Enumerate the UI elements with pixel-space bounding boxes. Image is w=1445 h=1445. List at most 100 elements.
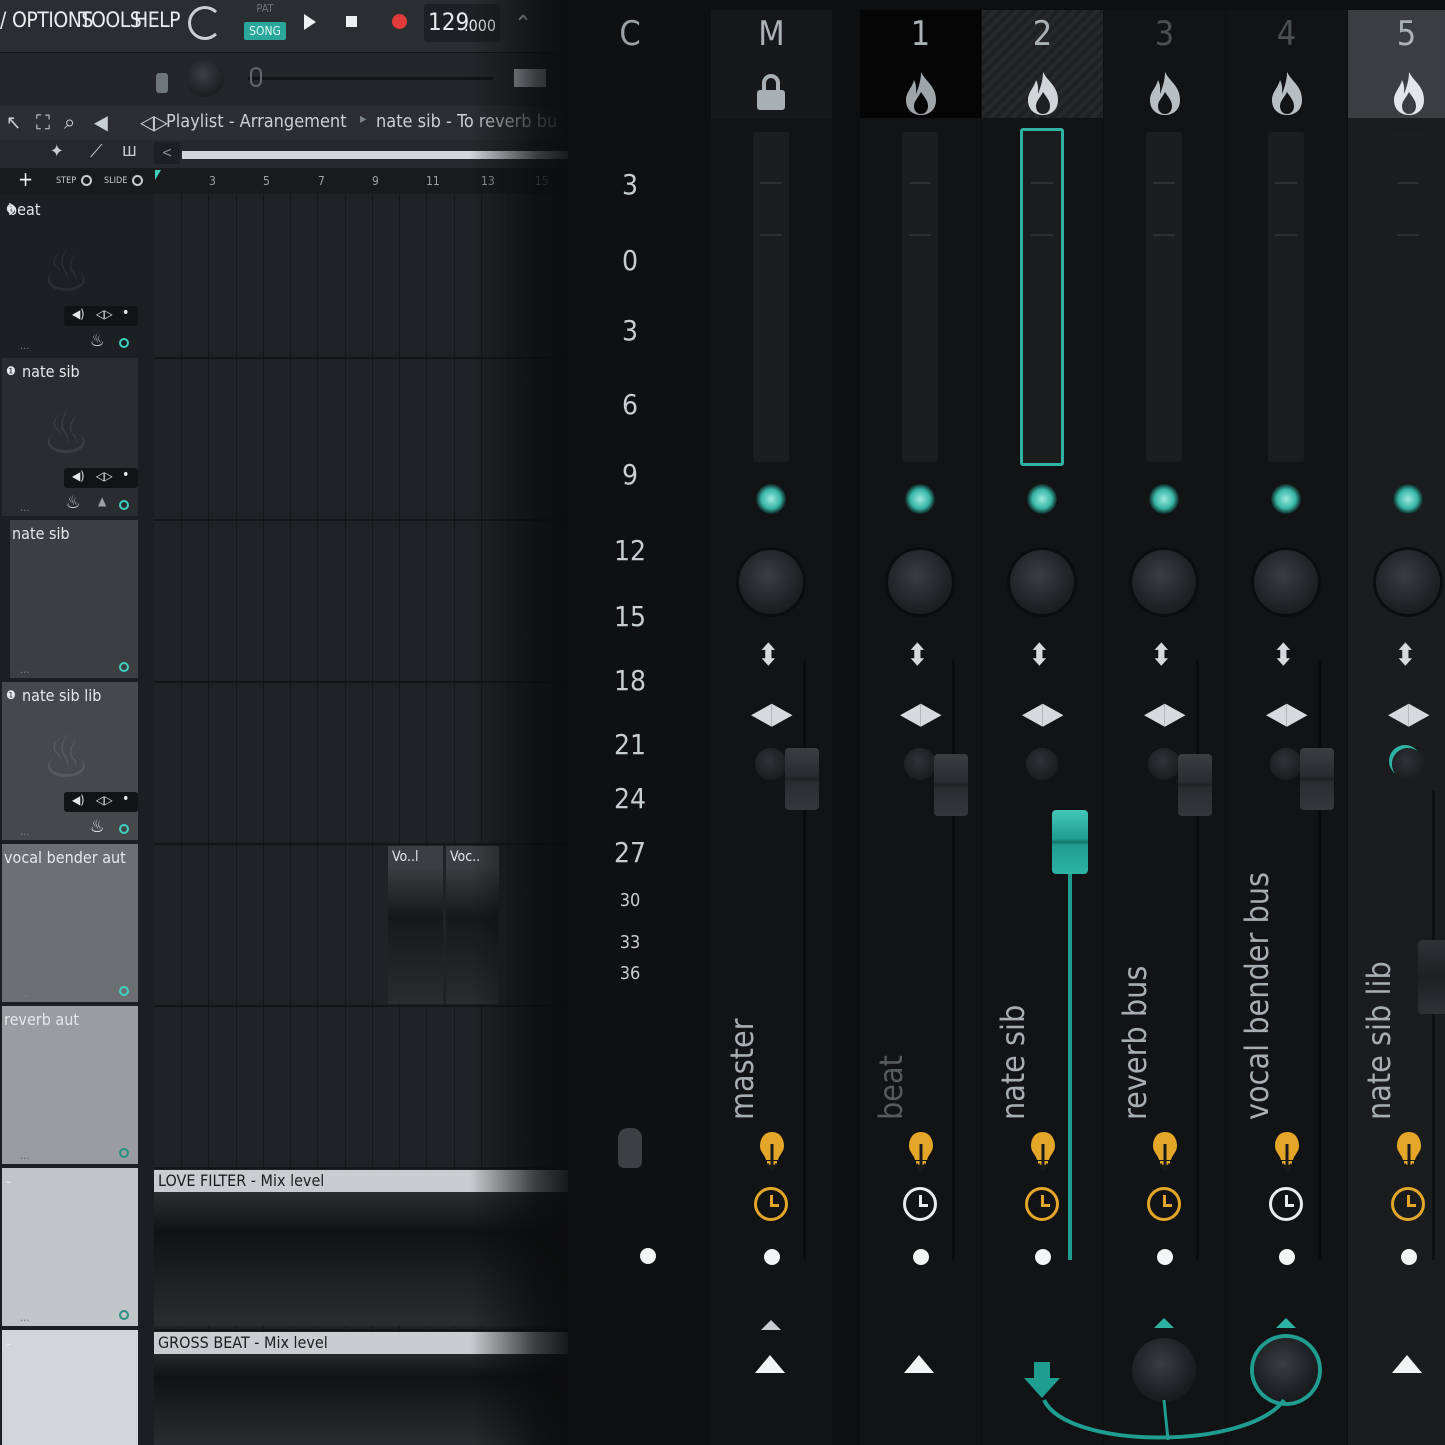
strip-header[interactable]: 1 <box>860 10 981 118</box>
pan-icon[interactable]: ◁▷ <box>96 307 113 321</box>
track-header-nate-sib[interactable]: nate sib ❶ ♨ ◀) ◁▷ • ♨ ▲ ... <box>2 358 138 516</box>
pan-icon[interactable]: ◁▷ <box>96 793 113 807</box>
strip-label[interactable]: nate sib lib <box>1360 620 1445 1120</box>
menu-help[interactable]: HELP <box>134 8 181 32</box>
flame-icon[interactable] <box>1024 70 1062 116</box>
strip-header[interactable]: 2 <box>982 10 1103 118</box>
strip-header[interactable]: 3 <box>1104 10 1225 118</box>
pan-knob[interactable] <box>1376 550 1440 614</box>
input-bulb-icon[interactable] <box>757 1130 787 1174</box>
track-status-led[interactable] <box>119 500 129 510</box>
pan-knob[interactable] <box>1254 550 1318 614</box>
enable-led[interactable] <box>1027 484 1057 514</box>
song-position-slider[interactable] <box>248 77 493 80</box>
enable-led[interactable] <box>1393 484 1423 514</box>
mixer-strip-vocal-bender-bus[interactable]: 4 ⬍ ◀▶ vocal bender bus <box>1226 10 1347 1445</box>
select-tool-icon[interactable]: ⛶ <box>36 110 50 134</box>
input-bulb-icon[interactable] <box>1028 1130 1058 1174</box>
track-header-vocal-bender-aut[interactable]: vocal bender aut ... <box>2 844 138 1002</box>
playhead-marker[interactable] <box>155 170 161 180</box>
mixer-strip-nate-sib-lib[interactable]: 5 ⬍ ◀▶ nate sib lib <box>1348 10 1445 1445</box>
enable-led[interactable] <box>1271 484 1301 514</box>
record-icon[interactable] <box>392 14 407 29</box>
piano-icon[interactable]: ш <box>122 140 137 161</box>
route-dot-icon[interactable] <box>1035 1249 1051 1265</box>
strip-label[interactable]: vocal bender bus <box>1238 620 1338 1120</box>
delay-clock-icon[interactable] <box>1269 1187 1303 1221</box>
mixer-strip-nate-sib[interactable]: 2 ⬍ ◀▶ nate sib <box>982 10 1103 1445</box>
cursor-tool-icon[interactable]: ↖ <box>6 110 21 134</box>
master-pitch-knob[interactable] <box>186 59 224 97</box>
route-dot-icon[interactable] <box>1279 1249 1295 1265</box>
track-header-beat[interactable]: beat ❶ ♨ ◀) ◁▷ • ♨ ... <box>2 196 138 354</box>
route-dot-icon[interactable] <box>1401 1249 1417 1265</box>
track-header-nate-sib-2[interactable]: nate sib ... <box>10 520 138 678</box>
track-status-led[interactable] <box>119 1310 129 1320</box>
track-status-led[interactable] <box>119 824 129 834</box>
pan-icon[interactable]: ◁▷ <box>96 469 113 483</box>
delay-clock-icon[interactable] <box>1147 1187 1181 1221</box>
track-header-blank-1[interactable]: - ... <box>2 1168 138 1326</box>
delay-clock-icon[interactable] <box>754 1187 788 1221</box>
delay-clock-icon[interactable] <box>903 1187 937 1221</box>
delay-clock-icon[interactable] <box>1025 1187 1059 1221</box>
caret-up-icon[interactable]: ▲ <box>98 494 106 508</box>
send-arrow-icon[interactable] <box>1392 1355 1422 1373</box>
arrow-left-right-icon[interactable]: ◁▷ <box>140 110 168 134</box>
strip-label[interactable]: master <box>723 620 823 1120</box>
strip-header[interactable]: M <box>711 10 832 118</box>
breadcrumb-playlist[interactable]: Playlist - Arrangement <box>166 111 347 132</box>
route-dot-icon[interactable] <box>764 1249 780 1265</box>
strip-header[interactable]: 5 <box>1348 10 1445 118</box>
mixer-strip-reverb-bus[interactable]: 3 ⬍ ◀▶ reverb bus <box>1104 10 1225 1445</box>
strip-label[interactable]: reverb bus <box>1116 620 1216 1120</box>
more-dots[interactable]: ... <box>20 339 29 352</box>
delay-clock-icon[interactable] <box>1391 1187 1425 1221</box>
flame-icon[interactable]: ♨ <box>66 492 81 513</box>
more-dots[interactable]: ... <box>20 501 29 514</box>
mute-icon[interactable]: ◀) <box>72 469 85 483</box>
pan-knob[interactable] <box>1132 550 1196 614</box>
mixer-strip-master[interactable]: M ⬍ ◀▶ master <box>711 10 832 1445</box>
record-arm-icon[interactable]: • <box>122 467 129 483</box>
enable-led[interactable] <box>1149 484 1179 514</box>
track-status-led[interactable] <box>119 662 129 672</box>
play-icon[interactable] <box>304 14 316 30</box>
track-header-blank-2[interactable]: - <box>2 1330 138 1445</box>
strip-label[interactable]: beat <box>872 620 972 1120</box>
more-dots[interactable]: ... <box>20 1149 29 1162</box>
flame-icon[interactable] <box>1390 70 1428 116</box>
master-volume-icon[interactable] <box>188 6 222 40</box>
pan-knob[interactable] <box>888 550 952 614</box>
pan-knob[interactable] <box>1010 550 1074 614</box>
track-header-reverb-aut[interactable]: reverb aut ... <box>2 1006 138 1164</box>
speaker-icon[interactable]: ◀ <box>94 110 108 134</box>
route-dot-icon[interactable] <box>913 1249 929 1265</box>
input-bulb-icon[interactable] <box>1150 1130 1180 1174</box>
more-dots[interactable]: ... <box>20 825 29 838</box>
lock-icon[interactable] <box>757 74 785 110</box>
scroll-left-button[interactable]: < <box>154 142 180 164</box>
add-track-icon[interactable]: + <box>18 167 33 191</box>
enable-led[interactable] <box>905 484 935 514</box>
snap-icon[interactable]: ✦ <box>50 141 64 162</box>
mute-icon[interactable]: ◀) <box>72 307 85 321</box>
more-dots[interactable]: ... <box>20 987 29 1000</box>
strip-header[interactable]: 4 <box>1226 10 1347 118</box>
flame-icon[interactable] <box>902 70 940 116</box>
flame-icon[interactable]: ♨ <box>90 330 105 351</box>
send-arrow-icon[interactable] <box>755 1355 785 1373</box>
zoom-icon[interactable]: ⌕ <box>64 110 75 134</box>
enable-led[interactable] <box>756 484 786 514</box>
track-status-led[interactable] <box>119 986 129 996</box>
send-arrow-icon[interactable] <box>904 1355 934 1373</box>
route-dot-icon[interactable] <box>1157 1249 1173 1265</box>
menu-tools[interactable]: TOOLS <box>80 8 142 32</box>
flame-icon[interactable] <box>1146 70 1184 116</box>
pan-knob[interactable] <box>739 550 803 614</box>
input-bulb-icon[interactable] <box>1272 1130 1302 1174</box>
track-status-led[interactable] <box>119 1148 129 1158</box>
input-bulb-icon[interactable] <box>1394 1130 1424 1174</box>
record-arm-icon[interactable]: • <box>122 791 129 807</box>
input-bulb-icon[interactable] <box>906 1130 936 1174</box>
